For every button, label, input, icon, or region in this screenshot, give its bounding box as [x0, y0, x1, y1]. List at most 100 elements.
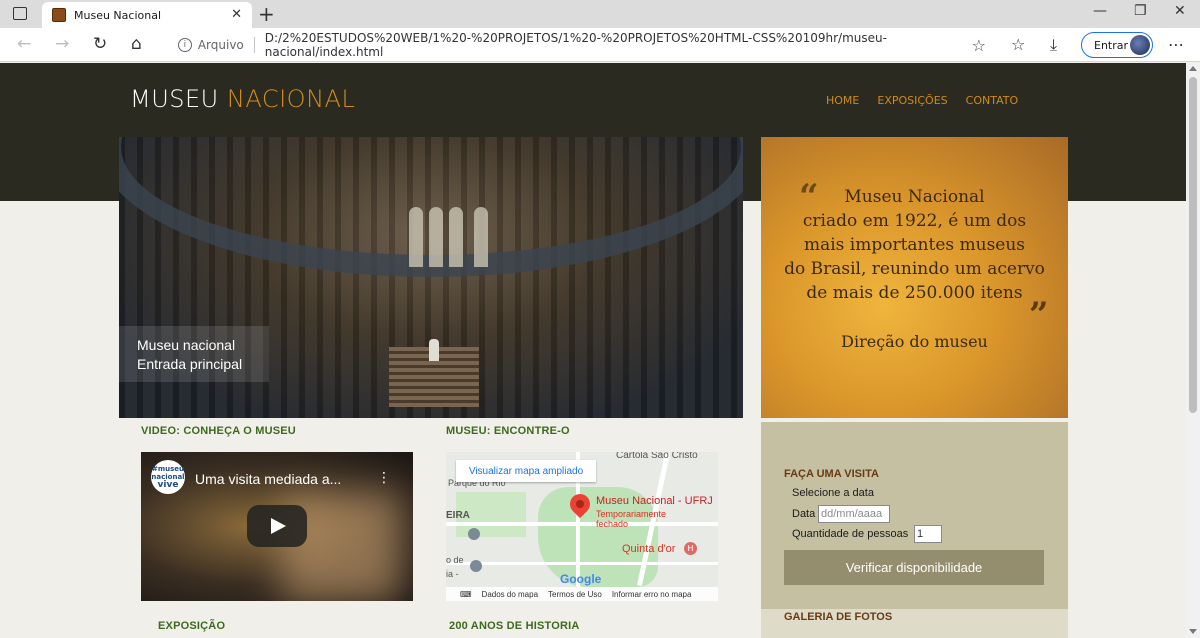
- address-bar: ← → ↻ ⌂ i Arquivo D:/2%20ESTUDOS%20WEB/1…: [0, 28, 1200, 62]
- historia-section-title: 200 ANOS DE HISTORIA: [449, 620, 580, 632]
- check-availability-button[interactable]: Verificar disponibilidade: [784, 550, 1044, 585]
- map-poi-icon: [468, 528, 480, 540]
- url-field[interactable]: i Arquivo D:/2%20ESTUDOS%20WEB/1%20-%20P…: [166, 31, 996, 59]
- qty-field[interactable]: [914, 525, 942, 543]
- add-favorite-icon[interactable]: ☆: [972, 36, 986, 55]
- date-field[interactable]: [818, 505, 890, 523]
- map-footer: ⌨ Dados do mapa Termos de Uso Informar e…: [446, 587, 718, 601]
- video-embed[interactable]: #museu nacional vive Uma visita mediada …: [141, 452, 413, 601]
- hero-window: [474, 207, 488, 267]
- nav-contato[interactable]: CONTATO: [966, 94, 1018, 107]
- signin-button[interactable]: Entrar: [1081, 32, 1153, 58]
- qty-label: Quantidade de pessoas: [792, 528, 909, 540]
- scroll-down-icon[interactable]: [1189, 629, 1197, 634]
- map-poi-icon: [470, 560, 482, 572]
- map-pin-status-line: fechado: [596, 519, 629, 529]
- forward-icon[interactable]: →: [55, 34, 69, 54]
- main-nav: HOME EXPOSIÇÕES CONTATO: [826, 94, 1018, 107]
- scrollbar-thumb[interactable]: [1189, 77, 1197, 413]
- map-pin-status-line: Temporariamente: [596, 509, 667, 519]
- info-icon[interactable]: i: [178, 38, 192, 52]
- expand-map-button[interactable]: Visualizar mapa ampliado: [456, 460, 596, 482]
- tab-actions-button[interactable]: [4, 4, 34, 24]
- nav-exposicoes[interactable]: EXPOSIÇÕES: [877, 94, 947, 107]
- map-side-label: EIRA: [446, 510, 470, 521]
- hero-window: [429, 207, 443, 267]
- video-menu-icon[interactable]: ⋮: [377, 470, 391, 486]
- map-road: [446, 562, 718, 565]
- new-tab-icon[interactable]: +: [258, 2, 275, 26]
- hero-statue: [429, 339, 439, 361]
- close-tab-icon[interactable]: ✕: [231, 7, 242, 22]
- hero-image: Museu nacional Entrada principal: [119, 137, 743, 418]
- logo-part2: NACIONAL: [226, 85, 356, 113]
- map-pin-status: Temporariamente fechado: [596, 509, 666, 529]
- hero-caption: Museu nacional Entrada principal: [119, 326, 269, 382]
- back-icon[interactable]: ←: [17, 34, 31, 54]
- hero-window: [409, 207, 423, 267]
- video-section-title: VIDEO: CONHEÇA O MUSEU: [141, 425, 296, 437]
- select-date-label: Selecione a data: [792, 487, 874, 499]
- minimize-icon[interactable]: —: [1093, 3, 1107, 19]
- quote-line: do Brasil, reunindo um acervo: [784, 259, 1045, 279]
- quote-box: “ Museu Nacional criado em 1922, é um do…: [761, 137, 1068, 418]
- channel-line1: #museu: [151, 465, 185, 473]
- hero-window: [449, 207, 463, 267]
- map-embed[interactable]: Cartola São Cristó Parque do Rio EIRA o …: [446, 452, 718, 601]
- avatar: [1130, 35, 1150, 55]
- map-report-link[interactable]: Informar erro no mapa: [612, 590, 692, 599]
- visit-title: FAÇA UMA VISITA: [784, 468, 879, 480]
- date-label: Data: [792, 508, 816, 520]
- map-data-link[interactable]: Dados do mapa: [482, 590, 538, 599]
- favorites-icon[interactable]: ☆: [1011, 35, 1025, 54]
- hero-caption-line2: Entrada principal: [137, 356, 243, 372]
- map-terms-link[interactable]: Termos de Uso: [548, 590, 602, 599]
- map-poi-label[interactable]: Quinta d'or: [622, 543, 675, 555]
- channel-line3: vive: [157, 480, 179, 490]
- map-side-label: ia -: [446, 569, 459, 579]
- video-title[interactable]: Uma visita mediada a...: [195, 471, 341, 487]
- visit-panel: FAÇA UMA VISITA Selecione a data Data Qu…: [761, 422, 1068, 612]
- favicon-icon: [52, 8, 66, 22]
- site-logo[interactable]: MUSEU NACIONAL: [130, 85, 355, 113]
- close-window-icon[interactable]: ✕: [1174, 3, 1186, 19]
- gallery-section: GALERIA DE FOTOS: [761, 609, 1068, 638]
- refresh-icon[interactable]: ↻: [93, 34, 107, 54]
- hospital-icon[interactable]: H: [684, 542, 697, 555]
- channel-avatar[interactable]: #museu nacional vive: [151, 460, 185, 494]
- nav-home[interactable]: HOME: [826, 94, 859, 107]
- quote-line: criado em 1922, é um dos: [802, 211, 1027, 231]
- browser-tab[interactable]: Museu Nacional ✕: [42, 2, 252, 28]
- map-section-title: MUSEU: ENCONTRE-O: [446, 425, 570, 437]
- restore-icon[interactable]: ❐: [1134, 3, 1147, 19]
- gallery-title: GALERIA DE FOTOS: [784, 611, 893, 623]
- play-button[interactable]: [247, 505, 307, 547]
- logo-part1: MUSEU: [130, 85, 219, 113]
- more-icon[interactable]: ⋯: [1168, 35, 1184, 54]
- quote-text: Museu Nacional criado em 1922, é um dos …: [761, 185, 1068, 305]
- quote-line: de mais de 250.000 itens: [806, 283, 1023, 303]
- tab-actions-icon: [13, 7, 27, 20]
- scroll-up-icon[interactable]: [1189, 66, 1197, 71]
- keyboard-icon[interactable]: ⌨: [460, 590, 472, 599]
- url-protocol: Arquivo: [197, 38, 244, 52]
- url-text: D:/2%20ESTUDOS%20WEB/1%20-%20PROJETOS/1%…: [264, 31, 887, 59]
- page-scrollbar[interactable]: [1186, 63, 1200, 638]
- quote-line: mais importantes museus: [803, 235, 1026, 255]
- signin-label: Entrar: [1094, 38, 1129, 52]
- url-separator: [253, 37, 255, 53]
- quote-line: Museu Nacional: [844, 187, 985, 207]
- map-side-label: o de: [446, 555, 464, 565]
- exposicao-section-title: EXPOSIÇÃO: [158, 620, 226, 632]
- map-pin-label[interactable]: Museu Nacional - UFRJ: [596, 496, 713, 507]
- downloads-icon[interactable]: ⤓: [1050, 35, 1057, 55]
- home-icon[interactable]: ⌂: [131, 34, 142, 54]
- quote-close-mark: ”: [1029, 295, 1049, 335]
- browser-tabstrip: Museu Nacional ✕ + — ❐ ✕: [0, 0, 1200, 28]
- map-top-label: Cartola São Cristó: [616, 452, 698, 461]
- map-road: [446, 522, 718, 526]
- page: MUSEU NACIONAL HOME EXPOSIÇÕES CONTATO M…: [0, 63, 1186, 638]
- hero-caption-line1: Museu nacional: [137, 337, 236, 353]
- google-logo: Google: [560, 572, 602, 586]
- quote-author: Direção do museu: [841, 332, 988, 351]
